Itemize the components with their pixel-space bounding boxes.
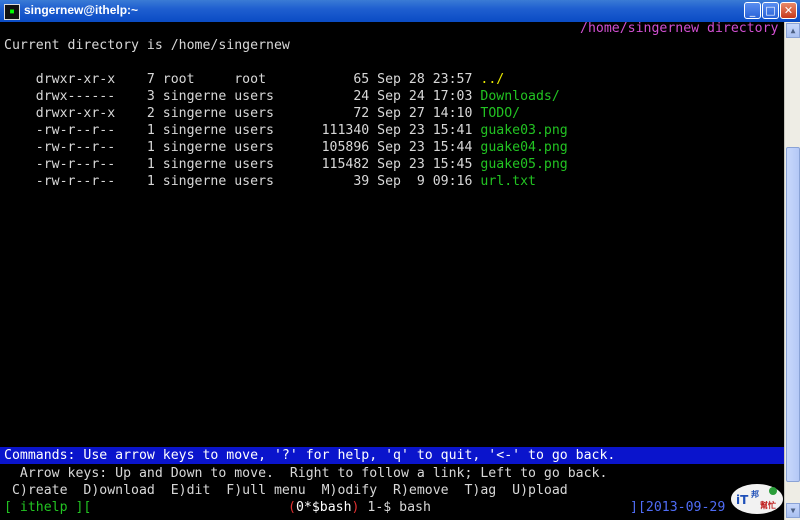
directory-entry-row: -rw-r--r-- 1 singerne users 105896 Sep 2…	[4, 139, 568, 156]
minimize-icon: _	[749, 4, 756, 17]
terminal-area[interactable]: /home/singernew directory Current direct…	[0, 21, 784, 520]
help-line: Arrow keys: Up and Down to move. Right t…	[4, 466, 608, 481]
entry-link[interactable]: Downloads/	[480, 89, 559, 104]
screen-window-list: (0*$bash) 1-$ bash	[288, 500, 431, 515]
entry-link[interactable]: TODO/	[480, 106, 520, 121]
terminal-app-icon: ▪	[4, 4, 20, 20]
lynx-status-bar: Commands: Use arrow keys to move, '?' fo…	[0, 447, 784, 464]
screen-window-other: 1-$ bash	[359, 500, 431, 515]
directory-entry-row: drwx------ 3 singerne users 24 Sep 24 17…	[4, 88, 560, 105]
svg-text:iT: iT	[736, 493, 749, 507]
entry-link[interactable]: guake04.png	[480, 140, 567, 155]
entry-link[interactable]: guake03.png	[480, 123, 567, 138]
scroll-up-button[interactable]: ▲	[786, 23, 800, 38]
command-menu-line: C)reate D)ownload E)dit F)ull menu M)odi…	[4, 483, 568, 498]
screen-hostname: [ ithelp ][	[4, 500, 92, 515]
directory-entry-row: drwxr-xr-x 2 singerne users 72 Sep 27 14…	[4, 105, 520, 122]
entry-metadata: -rw-r--r-- 1 singerne users 115482 Sep 2…	[4, 157, 481, 172]
directory-header: /home/singernew directory	[580, 21, 779, 36]
minimize-button[interactable]: _	[744, 2, 761, 19]
directory-entry-row: -rw-r--r-- 1 singerne users 39 Sep 9 09:…	[4, 173, 536, 190]
close-button[interactable]: ✕	[780, 2, 797, 19]
entry-link[interactable]: url.txt	[480, 174, 536, 189]
entry-metadata: drwxr-xr-x 7 root root 65 Sep 28 23:57	[4, 72, 481, 87]
entry-metadata: -rw-r--r-- 1 singerne users 111340 Sep 2…	[4, 123, 481, 138]
maximize-icon: □	[765, 4, 776, 17]
entry-link[interactable]: guake05.png	[480, 157, 567, 172]
svg-text:邦: 邦	[751, 489, 759, 499]
scroll-down-button[interactable]: ▼	[786, 503, 800, 518]
vertical-scrollbar[interactable]: ▲ ▼	[784, 22, 800, 520]
directory-entry-row: -rw-r--r-- 1 singerne users 111340 Sep 2…	[4, 122, 568, 139]
status-line: Commands: Use arrow keys to move, '?' fo…	[4, 448, 616, 463]
entry-metadata: drwx------ 3 singerne users 24 Sep 24 17…	[4, 89, 481, 104]
scrollbar-thumb[interactable]	[786, 147, 800, 482]
entry-metadata: drwxr-xr-x 2 singerne users 72 Sep 27 14…	[4, 106, 481, 121]
entry-link[interactable]: ../	[480, 72, 504, 87]
directory-entry-row: drwxr-xr-x 7 root root 65 Sep 28 23:57 .…	[4, 71, 504, 88]
current-directory-line: Current directory is /home/singernew	[4, 38, 290, 53]
ithelp-logo: iT 邦 幫忙	[731, 484, 783, 514]
screen-date: ][2013-09-29	[630, 500, 734, 515]
maximize-button[interactable]: □	[762, 2, 779, 19]
svg-text:幫忙: 幫忙	[760, 500, 776, 510]
close-icon: ✕	[783, 4, 794, 17]
entry-metadata: -rw-r--r-- 1 singerne users 39 Sep 9 09:…	[4, 174, 481, 189]
window-title: singernew@ithelp:~	[24, 3, 139, 17]
entry-metadata: -rw-r--r-- 1 singerne users 105896 Sep 2…	[4, 140, 481, 155]
directory-entry-row: -rw-r--r-- 1 singerne users 115482 Sep 2…	[4, 156, 568, 173]
